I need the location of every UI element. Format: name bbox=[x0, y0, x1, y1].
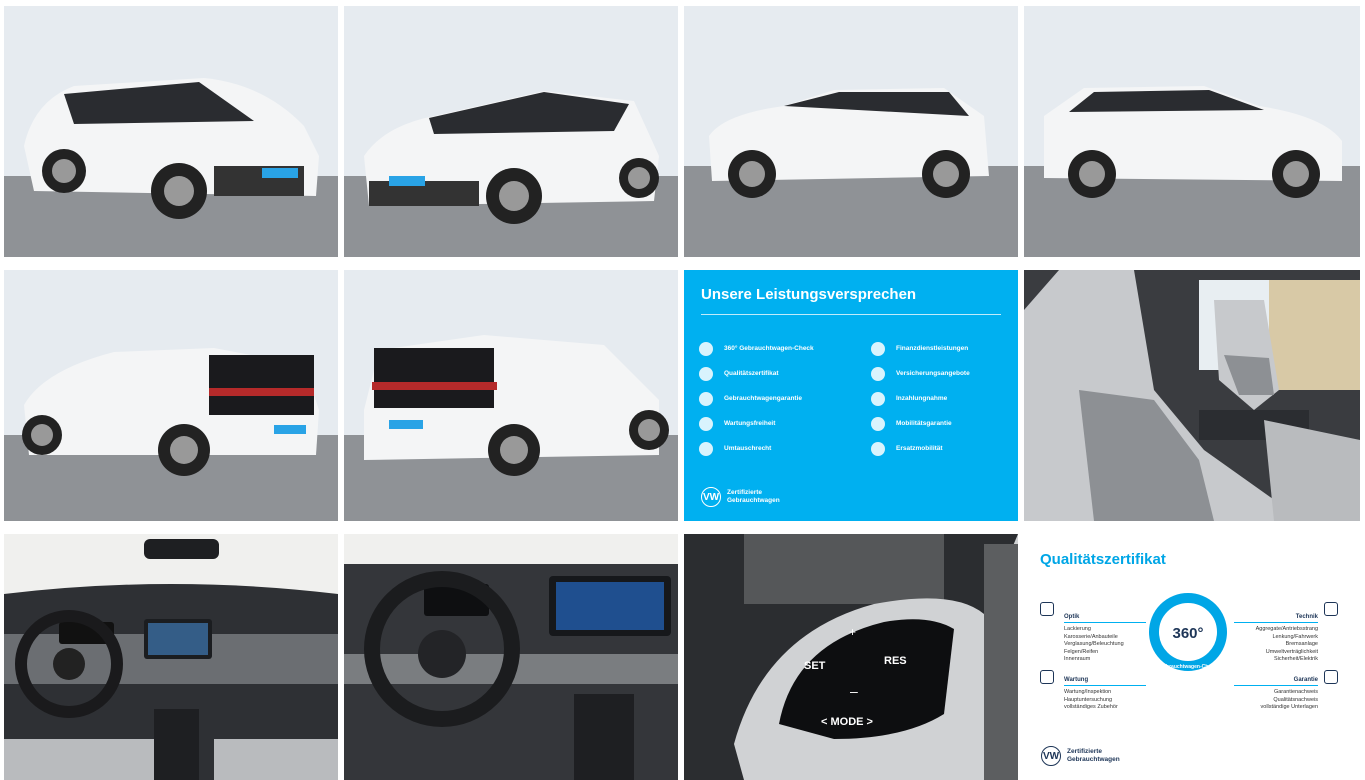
car-icon bbox=[871, 441, 885, 456]
seats-image bbox=[1024, 270, 1360, 521]
photo-side-right[interactable] bbox=[1024, 6, 1360, 257]
list-item: Gebrauchtwagengarantie bbox=[699, 386, 814, 411]
photo-gallery: Unsere Leistungsversprechen 360° Gebrauc… bbox=[0, 0, 1365, 780]
promise-title: Unsere Leistungsversprechen bbox=[701, 286, 917, 303]
money-icon bbox=[871, 341, 885, 356]
car-side-left-image bbox=[684, 6, 1018, 257]
car-front-right-image bbox=[344, 6, 678, 257]
photo-side-left[interactable] bbox=[684, 6, 1018, 257]
list-item: Qualitätszertifikat bbox=[699, 361, 814, 386]
dashboard-image bbox=[4, 534, 338, 780]
wrench-icon bbox=[699, 416, 713, 431]
steering-buttons-image: SET RES < MODE > + – bbox=[684, 534, 1018, 780]
certificate-icon bbox=[699, 366, 713, 381]
car-side-right-image bbox=[1024, 6, 1360, 257]
res-button-label: RES bbox=[884, 655, 907, 667]
list-item: Wartungsfreiheit bbox=[699, 411, 814, 436]
list-item: 360° Gebrauchtwagen-Check bbox=[699, 336, 814, 361]
360-check-badge: 360° Gebrauchtwagen-Check bbox=[1149, 593, 1227, 671]
shield-check-icon bbox=[1324, 670, 1338, 684]
check-icon bbox=[699, 341, 713, 356]
photo-steering-wheel-buttons[interactable]: SET RES < MODE > + – bbox=[684, 534, 1018, 780]
divider bbox=[701, 314, 1001, 315]
shield-icon bbox=[699, 391, 713, 406]
quality-card[interactable]: Qualitätszertifikat Optik Lackierung Kar… bbox=[1024, 534, 1360, 780]
cockpit-image bbox=[344, 534, 678, 780]
list-item: Umtauschrecht bbox=[699, 436, 814, 461]
photo-front-seats[interactable] bbox=[1024, 270, 1360, 521]
mode-button-label: < MODE > bbox=[821, 716, 873, 728]
wartung-section: Wartung Wartung/Inspektion Hauptuntersuc… bbox=[1064, 677, 1146, 712]
quality-title: Qualitätszertifikat bbox=[1040, 551, 1166, 568]
ring-label: Gebrauchtwagen-Check bbox=[1159, 664, 1216, 670]
promise-list-left: 360° Gebrauchtwagen-Check Qualitätszerti… bbox=[699, 336, 814, 461]
photo-dashboard-wide[interactable] bbox=[4, 534, 338, 780]
photo-rear-left[interactable] bbox=[4, 270, 338, 521]
car-icon bbox=[1040, 602, 1054, 616]
vw-logo-icon: VW bbox=[1041, 746, 1061, 766]
svg-text:+: + bbox=[849, 625, 856, 639]
list-item: Versicherungsangebote bbox=[871, 361, 970, 386]
list-item: Mobilitätsgarantie bbox=[871, 411, 970, 436]
set-button-label: SET bbox=[804, 660, 826, 672]
technik-section: Technik Aggregate/Antriebsstrang Lenkung… bbox=[1234, 614, 1318, 664]
360-label: 360° bbox=[1172, 625, 1203, 642]
engine-icon bbox=[1324, 602, 1338, 616]
car-rear-right-image bbox=[344, 270, 678, 521]
car-rear-left-image bbox=[4, 270, 338, 521]
optik-section: Optik Lackierung Karosserie/Anbauteile V… bbox=[1064, 614, 1146, 664]
promise-card[interactable]: Unsere Leistungsversprechen 360° Gebrauc… bbox=[684, 270, 1018, 521]
photo-cockpit[interactable] bbox=[344, 534, 678, 780]
list-item: Finanzdienstleistungen bbox=[871, 336, 970, 361]
exchange-icon bbox=[699, 441, 713, 456]
garantie-section: Garantie Garantienachweis Qualitätsnachw… bbox=[1234, 677, 1318, 712]
list-item: Ersatzmobilität bbox=[871, 436, 970, 461]
svg-text:–: – bbox=[850, 683, 858, 699]
mobility-icon bbox=[871, 416, 885, 431]
list-item: Inzahlungnahme bbox=[871, 386, 970, 411]
vw-certified-footer: VW Zertifizierte Gebrauchtwagen bbox=[1041, 746, 1120, 766]
photo-front-left[interactable] bbox=[4, 6, 338, 257]
service-icon bbox=[1040, 670, 1054, 684]
photo-rear-right[interactable] bbox=[344, 270, 678, 521]
photo-front-right[interactable] bbox=[344, 6, 678, 257]
trade-in-icon bbox=[871, 391, 885, 406]
car-front-left-image bbox=[4, 6, 338, 257]
vw-logo-icon: VW bbox=[701, 487, 721, 507]
vw-certified-footer: VW Zertifizierte Gebrauchtwagen bbox=[701, 487, 780, 507]
promise-list-right: Finanzdienstleistungen Versicherungsange… bbox=[871, 336, 970, 461]
insurance-icon bbox=[871, 366, 885, 381]
